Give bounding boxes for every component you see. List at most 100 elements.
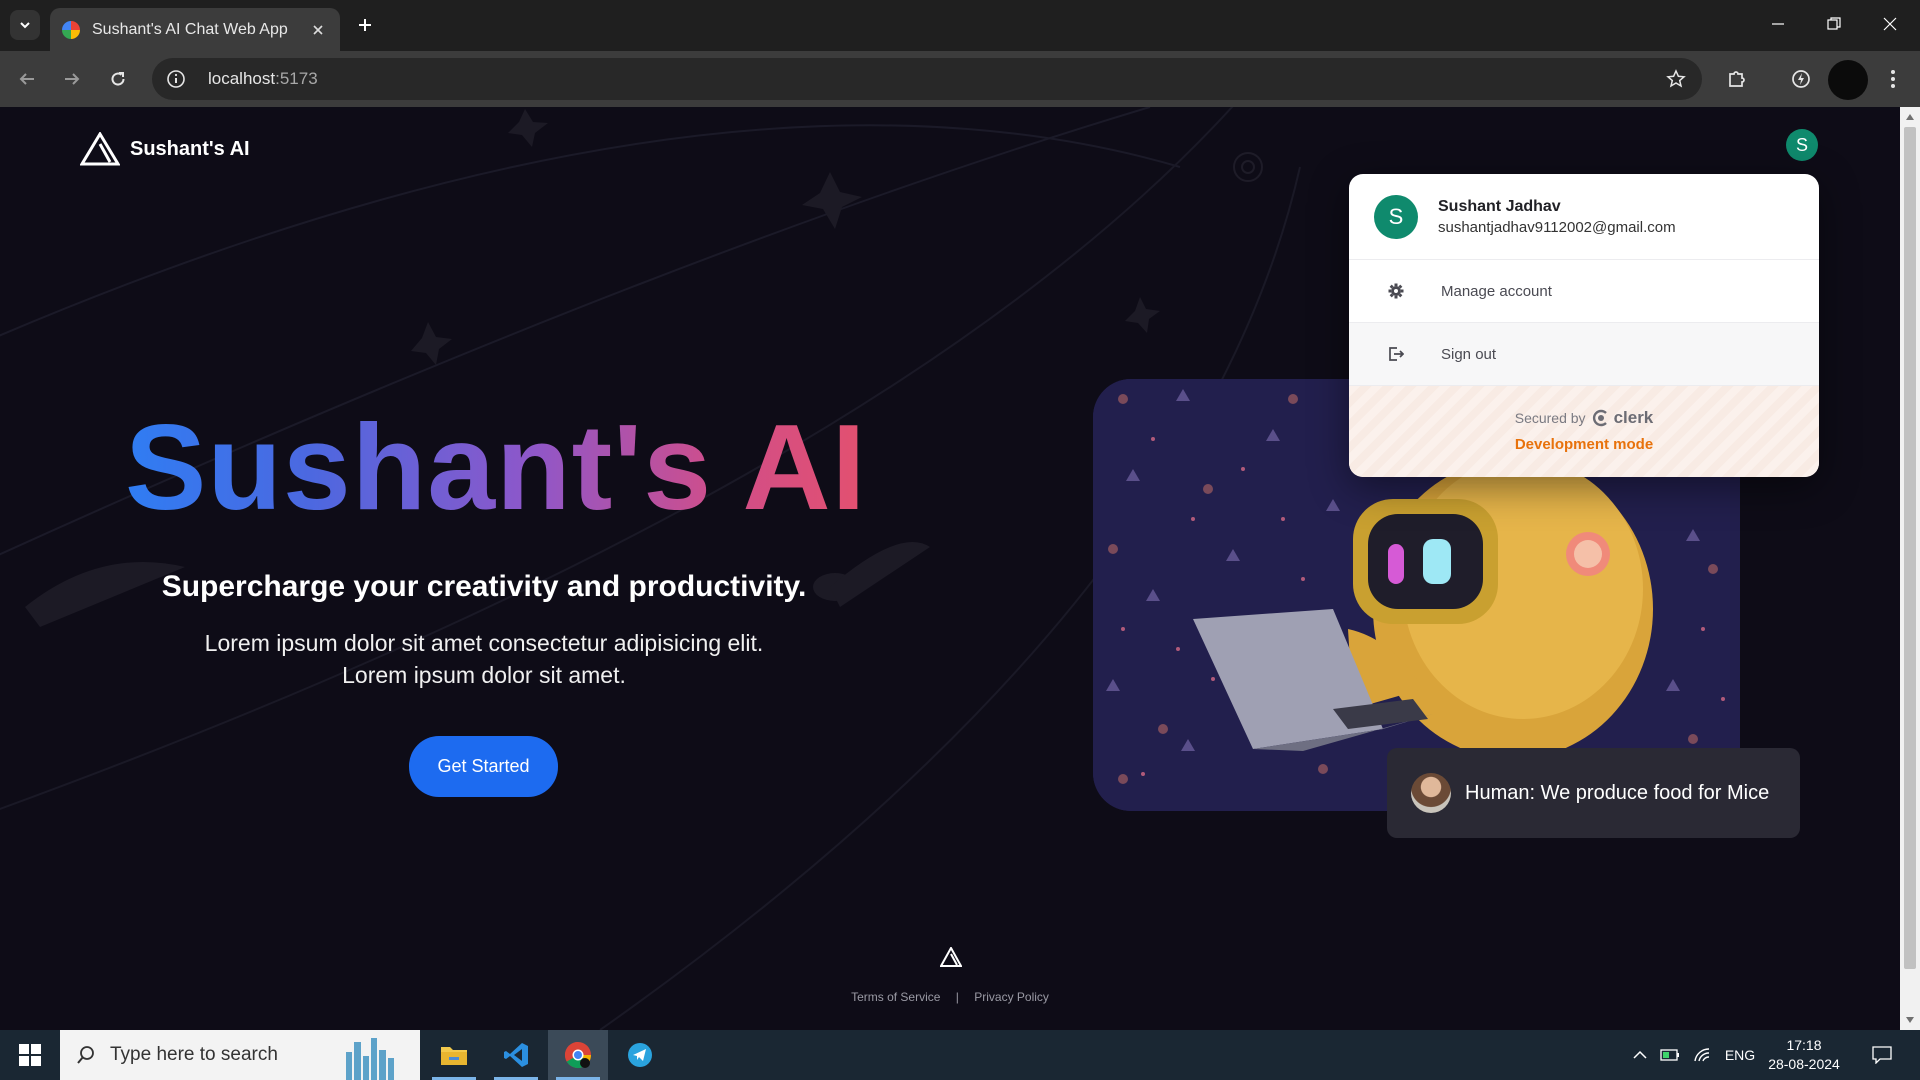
minimize-icon [1772, 23, 1784, 25]
sign-out-button[interactable]: Sign out [1349, 323, 1819, 386]
notification-icon [1872, 1046, 1892, 1064]
clock-date: 28-08-2024 [1768, 1056, 1840, 1072]
page-scrollbar[interactable] [1900, 107, 1920, 1030]
speedometer-icon [1792, 70, 1810, 88]
wifi-icon [1694, 1048, 1710, 1062]
browser-toolbar: localhost:5173 [0, 51, 1920, 107]
clerk-provider-name: clerk [1613, 408, 1654, 427]
hero-description: Lorem ipsum dolor sit amet consectetur a… [0, 627, 968, 691]
account-email: sushantjadhav9112002@gmail.com [1438, 218, 1676, 236]
clerk-logo-icon [1592, 409, 1607, 427]
sign-out-label: Sign out [1441, 345, 1497, 363]
footer-links: Terms of Service | Privacy Policy [0, 990, 1900, 1004]
tab-close-button[interactable] [308, 20, 328, 40]
terms-link[interactable]: Terms of Service [851, 990, 940, 1004]
tab-title: Sushant's AI Chat Web App [92, 20, 288, 38]
account-info: Sushant Jadhav sushantjadhav9112002@gmai… [1438, 198, 1676, 236]
scrollbar-thumb[interactable] [1904, 127, 1916, 969]
chat-user-avatar [1411, 773, 1451, 813]
manage-account-button[interactable]: Manage account [1349, 260, 1819, 323]
browser-profile-avatar[interactable] [1828, 60, 1868, 100]
restore-button[interactable] [1806, 0, 1862, 48]
wifi-tray-icon[interactable] [1688, 1030, 1716, 1080]
new-tab-button[interactable] [352, 12, 378, 38]
hero-description-line: Lorem ipsum dolor sit amet. [342, 662, 626, 688]
search-icon [74, 1043, 98, 1067]
battery-icon [1660, 1049, 1679, 1061]
language-text: ENG [1724, 1047, 1756, 1063]
close-icon [313, 24, 323, 35]
reload-button[interactable] [103, 64, 133, 94]
tab-favicon-icon [62, 20, 80, 39]
secured-by-badge[interactable]: Secured by clerk [1515, 408, 1654, 428]
url-text: localhost:5173 [208, 69, 318, 89]
chat-preview-bubble: Human: We produce food for Mice [1387, 748, 1800, 838]
notifications-button[interactable] [1862, 1030, 1902, 1080]
folder-icon [441, 1047, 467, 1065]
taskbar-clock[interactable]: 17:18 28-08-2024 [1764, 1036, 1844, 1074]
telegram-icon [628, 1043, 652, 1067]
back-button[interactable] [12, 64, 42, 94]
chrome-taskbar-button[interactable] [548, 1030, 608, 1080]
city-skyline-icon [346, 1038, 394, 1080]
chat-preview-text: Human: We produce food for Mice [1465, 781, 1770, 804]
chevron-up-icon [1633, 1050, 1647, 1059]
footer-separator: | [955, 990, 959, 1004]
browser-menu-button[interactable] [1878, 64, 1908, 94]
get-started-button[interactable]: Get Started [409, 736, 558, 797]
minimize-button[interactable] [1750, 0, 1806, 48]
browser-tab-bar: Sushant's AI Chat Web App [0, 0, 1920, 51]
sign-out-icon [1387, 345, 1405, 363]
close-icon [1883, 17, 1897, 31]
popover-footer: Secured by clerk Development mode [1349, 386, 1819, 477]
development-mode-label: Development mode [1514, 436, 1654, 453]
extensions-button[interactable] [1722, 64, 1752, 94]
gear-icon [1387, 282, 1405, 300]
tray-overflow-button[interactable] [1628, 1030, 1652, 1080]
clock-time: 17:18 [1786, 1037, 1822, 1053]
scroll-down-arrow-icon[interactable] [1905, 1015, 1915, 1025]
hero-subtitle: Supercharge your creativity and producti… [161, 570, 807, 603]
plus-icon [359, 19, 371, 31]
arrow-left-icon [19, 73, 34, 85]
hero-title: Sushant's AI [125, 399, 867, 535]
vscode-icon [504, 1043, 528, 1067]
taskbar-search-box[interactable]: Type here to search [60, 1030, 420, 1080]
telegram-taskbar-button[interactable] [610, 1030, 670, 1080]
start-button[interactable] [0, 1030, 60, 1080]
account-header: S Sushant Jadhav sushantjadhav9112002@gm… [1349, 174, 1819, 260]
windows-logo-icon [19, 1044, 41, 1066]
url-host: localhost [208, 69, 276, 88]
site-info-icon[interactable] [164, 67, 188, 91]
scroll-up-arrow-icon[interactable] [1905, 112, 1915, 122]
restore-icon [1827, 17, 1841, 30]
file-explorer-taskbar-button[interactable] [424, 1030, 484, 1080]
triangle-logo-icon [80, 132, 120, 166]
bookmark-star-button[interactable] [1664, 67, 1688, 91]
close-window-button[interactable] [1862, 0, 1918, 48]
triangle-logo-icon [939, 945, 963, 967]
account-avatar: S [1374, 194, 1418, 239]
vscode-taskbar-button[interactable] [486, 1030, 546, 1080]
language-indicator[interactable]: ENG [1720, 1030, 1760, 1080]
logo-text: Sushant's AI [130, 137, 250, 160]
brand-logo[interactable]: Sushant's AI [80, 132, 250, 166]
hero-description-line: Lorem ipsum dolor sit amet consectetur a… [204, 630, 764, 656]
tab-search-button[interactable] [10, 10, 40, 40]
secured-by-text: Secured by [1514, 410, 1586, 426]
browser-tab[interactable]: Sushant's AI Chat Web App [50, 8, 340, 51]
chrome-icon [564, 1041, 592, 1069]
privacy-link[interactable]: Privacy Policy [974, 990, 1049, 1004]
more-vertical-icon [1891, 70, 1895, 88]
address-bar[interactable]: localhost:5173 [152, 58, 1702, 100]
arrow-right-icon [65, 73, 80, 85]
performance-button[interactable] [1786, 64, 1816, 94]
star-icon [1666, 69, 1686, 88]
user-avatar-button[interactable]: S [1786, 129, 1818, 161]
chevron-down-icon [20, 22, 30, 29]
puzzle-icon [1729, 71, 1745, 87]
forward-button[interactable] [57, 64, 87, 94]
windows-taskbar: Type here to search ENG 17:18 28-08-2024 [0, 1030, 1920, 1080]
battery-tray-icon[interactable] [1656, 1030, 1684, 1080]
account-menu-popover: S Sushant Jadhav sushantjadhav9112002@gm… [1349, 174, 1819, 477]
